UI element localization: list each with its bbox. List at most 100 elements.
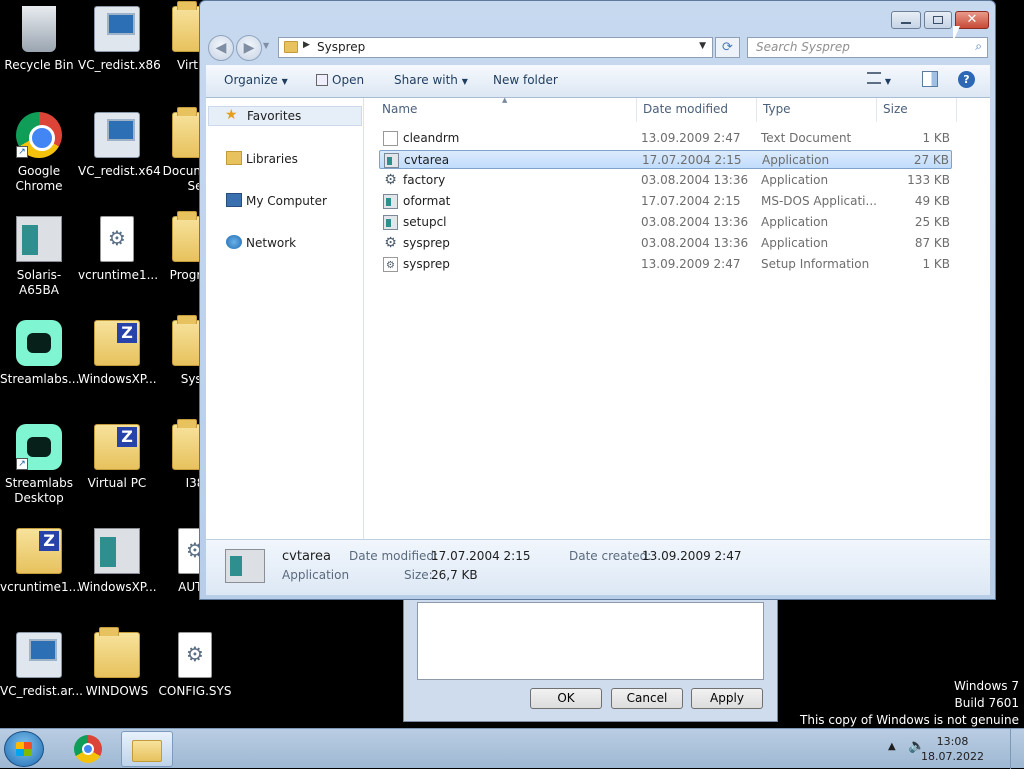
back-button[interactable]: ◀ bbox=[208, 35, 234, 61]
taskbar-explorer[interactable] bbox=[121, 731, 173, 767]
desktop-icon-virtual-pc[interactable]: Virtual PC bbox=[78, 424, 156, 491]
details-size: 26,7 KB bbox=[431, 568, 478, 582]
desktop-icon-recycle-bin[interactable]: Recycle Bin bbox=[0, 6, 78, 73]
taskbar-chrome[interactable] bbox=[64, 731, 116, 767]
refresh-button[interactable]: ⟳ bbox=[715, 37, 740, 58]
computer-icon bbox=[226, 193, 242, 207]
desktop-icon-vc-redist-x86[interactable]: VC_redist.x86 bbox=[78, 6, 161, 73]
desktop-icon-vc-redist-arm[interactable]: VC_redist.ar... bbox=[0, 632, 83, 699]
start-button[interactable] bbox=[4, 731, 44, 767]
column-divider[interactable] bbox=[636, 98, 637, 122]
search-input[interactable]: Search Sysprep ⌕ bbox=[747, 37, 988, 58]
share-with-menu[interactable]: Share with ▼ bbox=[394, 73, 468, 87]
view-options-button[interactable]: ▼ bbox=[867, 72, 891, 87]
nav-item-libraries[interactable]: Libraries bbox=[226, 151, 298, 166]
desktop-icon-solaris[interactable]: Solaris-A65BA bbox=[0, 216, 78, 298]
column-header-size[interactable]: Size bbox=[883, 102, 908, 116]
file-row-sysprep-inf[interactable]: ⚙ sysprep 13.09.2009 2:47 Setup Informat… bbox=[379, 255, 952, 274]
details-date-created-label: Date created: bbox=[569, 549, 652, 563]
search-placeholder: Search Sysprep bbox=[756, 40, 850, 54]
application-large-icon bbox=[225, 549, 265, 583]
minimize-button[interactable] bbox=[891, 11, 921, 29]
shortcut-arrow-icon: ↗ bbox=[16, 458, 28, 470]
search-icon[interactable]: ⌕ bbox=[975, 39, 982, 54]
virtual-machine-icon bbox=[94, 528, 140, 574]
desktop-icon-windowsxp-zip[interactable]: WindowsXP... bbox=[78, 320, 157, 387]
preview-pane-button[interactable] bbox=[922, 71, 938, 87]
text-file-icon bbox=[383, 131, 398, 146]
open-button[interactable]: Open bbox=[316, 73, 364, 87]
details-date-modified-label: Date modified: bbox=[349, 549, 439, 563]
file-row-sysprep-exe[interactable]: ⚙ sysprep 03.08.2004 13:36 Application 8… bbox=[379, 234, 952, 253]
ok-button[interactable]: OK bbox=[530, 688, 602, 709]
maximize-icon bbox=[933, 16, 943, 24]
folder-icon bbox=[94, 627, 140, 678]
forward-button[interactable]: ▶ bbox=[236, 35, 262, 61]
watermark-genuine: This copy of Windows is not genuine bbox=[800, 713, 1019, 727]
desktop-icon-streamlabs-desktop[interactable]: ↗ Streamlabs Desktop bbox=[0, 424, 78, 506]
maximize-button[interactable] bbox=[924, 11, 952, 29]
clock[interactable]: 13:08 18.07.2022 bbox=[921, 734, 984, 764]
file-row-setupcl[interactable]: setupcl 03.08.2004 13:36 Application 25 … bbox=[379, 213, 952, 232]
application-icon bbox=[383, 194, 398, 209]
column-header-name[interactable]: Name bbox=[382, 102, 417, 116]
recycle-bin-icon bbox=[22, 6, 56, 52]
show-desktop-button[interactable] bbox=[1010, 729, 1024, 769]
help-icon[interactable]: ? bbox=[958, 71, 975, 88]
minimize-icon bbox=[901, 22, 911, 24]
breadcrumb-sysprep[interactable]: Sysprep bbox=[317, 40, 365, 54]
desktop-icon-windows-folder[interactable]: WINDOWS bbox=[78, 627, 156, 699]
chrome-icon: ↗ bbox=[16, 112, 62, 158]
file-row-oformat[interactable]: oformat 17.07.2004 2:15 MS-DOS Applicati… bbox=[379, 192, 952, 211]
cancel-button[interactable]: Cancel bbox=[611, 688, 683, 709]
address-dropdown-icon[interactable]: ▼ bbox=[699, 41, 706, 51]
details-date-created: 13.09.2009 2:47 bbox=[642, 549, 742, 563]
organize-menu[interactable]: Organize ▼ bbox=[224, 73, 288, 87]
background-properties-dialog: OK Cancel Apply bbox=[403, 597, 778, 722]
column-header-type[interactable]: Type bbox=[763, 102, 791, 116]
sort-indicator-icon: ▲ bbox=[502, 96, 508, 104]
column-header-date-modified[interactable]: Date modified bbox=[643, 102, 728, 116]
column-divider[interactable] bbox=[956, 98, 957, 122]
chevron-down-icon: ▼ bbox=[461, 77, 468, 86]
explorer-window: ✕ ◀ ▶ ▼ ▶ Sysprep ▼ ⟳ Search Sysprep ⌕ O… bbox=[199, 0, 996, 600]
desktop: Recycle Bin ↗ Google Chrome Solaris-A65B… bbox=[0, 0, 1024, 728]
details-file-name: cvtarea bbox=[282, 549, 331, 564]
chrome-icon bbox=[74, 735, 102, 763]
desktop-icon-vc-redist-x64[interactable]: VC_redist.x64 bbox=[78, 112, 161, 179]
file-row-cvtarea[interactable]: cvtarea 17.07.2004 2:15 Application 27 K… bbox=[379, 150, 952, 169]
installer-icon bbox=[94, 6, 140, 52]
nav-item-favorites[interactable]: ★ Favorites bbox=[208, 106, 362, 126]
installer-icon bbox=[16, 632, 62, 678]
star-icon: ★ bbox=[225, 107, 238, 123]
breadcrumb-chevron-icon[interactable]: ▶ bbox=[303, 40, 310, 50]
desktop-icon-streamlabs[interactable]: Streamlabs... bbox=[0, 320, 79, 387]
close-button[interactable]: ✕ bbox=[955, 11, 989, 29]
desktop-icon-google-chrome[interactable]: ↗ Google Chrome bbox=[0, 112, 78, 194]
show-hidden-icons-button[interactable]: ▲ bbox=[888, 741, 896, 752]
close-icon: ✕ bbox=[966, 12, 978, 27]
navigation-pane: ★ Favorites Libraries My Computer Networ… bbox=[206, 98, 364, 539]
details-file-type: Application bbox=[282, 568, 350, 582]
address-bar[interactable]: ▶ Sysprep ▼ bbox=[278, 37, 713, 58]
desktop-icon-vcruntime-zip[interactable]: vcruntime1... bbox=[0, 528, 80, 595]
column-divider[interactable] bbox=[756, 98, 757, 122]
desktop-icon-vcruntime[interactable]: vcruntime1... bbox=[78, 216, 158, 283]
network-icon bbox=[226, 235, 242, 249]
details-date-modified: 17.07.2004 2:15 bbox=[431, 549, 531, 563]
file-row-factory[interactable]: ⚙ factory 03.08.2004 13:36 Application 1… bbox=[379, 171, 952, 190]
zip-folder-icon bbox=[94, 424, 140, 470]
file-row-cleandrm[interactable]: cleandrm 13.09.2009 2:47 Text Document 1… bbox=[379, 129, 952, 148]
chevron-down-icon: ▼ bbox=[884, 77, 891, 86]
explorer-content: ★ Favorites Libraries My Computer Networ… bbox=[206, 96, 990, 539]
recent-pages-dropdown[interactable]: ▼ bbox=[263, 41, 269, 50]
streamlabs-icon bbox=[16, 320, 62, 366]
new-folder-button[interactable]: New folder bbox=[493, 73, 558, 87]
nav-item-my-computer[interactable]: My Computer bbox=[226, 193, 327, 208]
zip-folder-icon bbox=[16, 528, 62, 574]
desktop-icon-config-sys[interactable]: CONFIG.SYS bbox=[156, 632, 234, 699]
column-divider[interactable] bbox=[876, 98, 877, 122]
apply-button[interactable]: Apply bbox=[691, 688, 763, 709]
desktop-icon-windowsxp[interactable]: WindowsXP... bbox=[78, 528, 157, 595]
nav-item-network[interactable]: Network bbox=[226, 235, 296, 250]
